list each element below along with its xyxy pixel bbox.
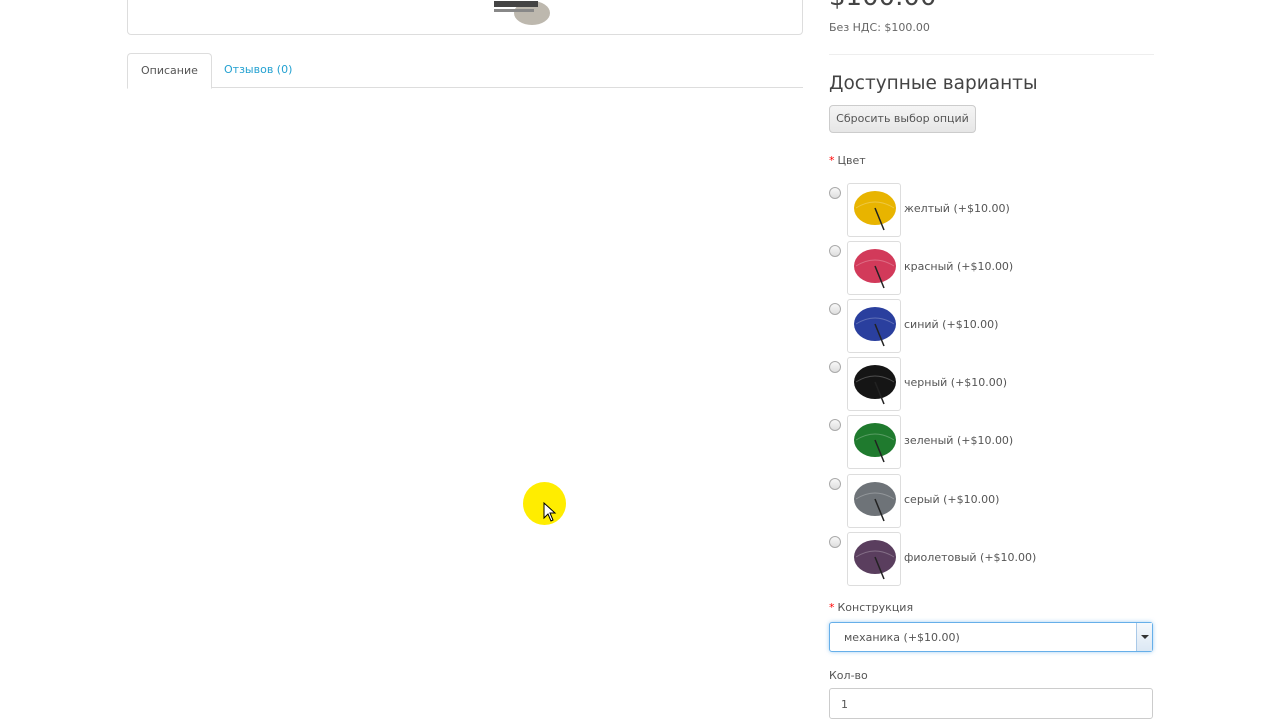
product-thumbnail-image[interactable]: [492, 0, 558, 29]
color-option[interactable]: синий (+$10.00): [829, 299, 1154, 353]
color-option[interactable]: желтый (+$10.00): [829, 183, 1154, 237]
options-heading: Доступные варианты: [829, 73, 1038, 94]
color-option-label: фиолетовый (+$10.00): [904, 551, 1037, 564]
required-mark: *: [829, 601, 835, 614]
construction-label: * Конструкция: [829, 601, 913, 614]
color-option[interactable]: фиолетовый (+$10.00): [829, 532, 1154, 586]
color-option[interactable]: красный (+$10.00): [829, 241, 1154, 295]
umbrella-thumbnail-image[interactable]: [847, 415, 901, 469]
umbrella-thumbnail-image[interactable]: [847, 183, 901, 237]
umbrella-thumbnail-image[interactable]: [847, 357, 901, 411]
product-price: $100.00: [829, 0, 937, 10]
tab-reviews[interactable]: Отзывов (0): [211, 53, 305, 88]
color-option[interactable]: серый (+$10.00): [829, 474, 1154, 528]
color-option-radio[interactable]: [829, 419, 841, 431]
divider: [829, 54, 1154, 55]
product-image-box: [127, 0, 803, 35]
color-label-text: Цвет: [837, 154, 866, 167]
color-label: * Цвет: [829, 154, 866, 167]
umbrella-thumbnail-image[interactable]: [847, 532, 901, 586]
umbrella-thumbnail-image[interactable]: [847, 474, 901, 528]
color-option-radio[interactable]: [829, 187, 841, 199]
color-option-radio[interactable]: [829, 478, 841, 490]
product-tabs: Описание Отзывов (0): [127, 53, 803, 89]
color-option-radio[interactable]: [829, 361, 841, 373]
reset-options-button[interactable]: Сбросить выбор опций: [829, 105, 976, 133]
umbrella-thumbnail-image[interactable]: [847, 241, 901, 295]
color-option-radio[interactable]: [829, 536, 841, 548]
required-mark: *: [829, 154, 835, 167]
color-option-label: синий (+$10.00): [904, 318, 999, 331]
color-option-label: желтый (+$10.00): [904, 202, 1010, 215]
umbrella-thumbnail-image[interactable]: [847, 299, 901, 353]
construction-label-text: Конструкция: [837, 601, 914, 614]
color-option-label: черный (+$10.00): [904, 376, 1008, 389]
color-option-label: серый (+$10.00): [904, 493, 1000, 506]
price-without-tax: Без НДС: $100.00: [829, 21, 930, 34]
quantity-value: 1: [841, 698, 848, 711]
construction-selected-value: механика (+$10.00): [844, 631, 960, 644]
color-option[interactable]: черный (+$10.00): [829, 357, 1154, 411]
color-option-label: красный (+$10.00): [904, 260, 1014, 273]
mouse-cursor-icon: [543, 502, 557, 522]
color-option[interactable]: зеленый (+$10.00): [829, 415, 1154, 469]
quantity-input[interactable]: 1: [829, 688, 1153, 719]
color-option-radio[interactable]: [829, 245, 841, 257]
quantity-label: Кол-во: [829, 669, 868, 682]
construction-select[interactable]: механика (+$10.00): [829, 622, 1153, 652]
color-option-label: зеленый (+$10.00): [904, 434, 1014, 447]
chevron-down-icon[interactable]: [1136, 623, 1152, 651]
color-option-radio[interactable]: [829, 303, 841, 315]
tab-description[interactable]: Описание: [127, 53, 212, 89]
